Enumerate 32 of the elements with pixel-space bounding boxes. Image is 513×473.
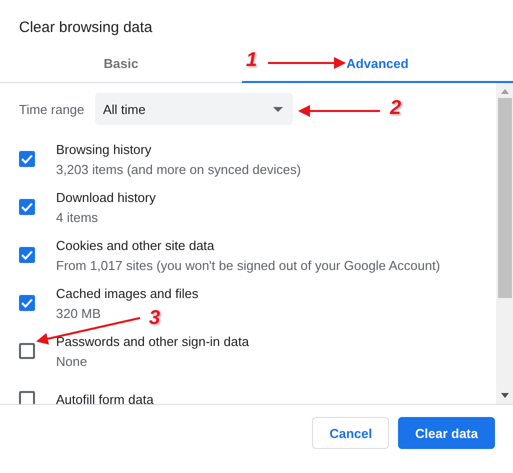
option-label: Passwords and other sign-in data bbox=[56, 334, 249, 348]
option-detail: 4 items bbox=[56, 210, 98, 224]
checkbox[interactable] bbox=[19, 151, 35, 167]
option-detail: 320 MB bbox=[56, 306, 101, 320]
checkbox[interactable] bbox=[19, 295, 35, 311]
option-label: Cookies and other site data bbox=[56, 238, 214, 252]
checkbox[interactable] bbox=[19, 343, 35, 359]
checkbox[interactable] bbox=[19, 247, 35, 263]
clear-data-button[interactable]: Clear data bbox=[398, 417, 495, 449]
cancel-button[interactable]: Cancel bbox=[312, 417, 390, 449]
arrow-icon bbox=[268, 56, 344, 70]
step-number: 2 bbox=[390, 97, 402, 120]
time-range-label: Time range bbox=[19, 102, 86, 116]
step-number: 3 bbox=[149, 307, 160, 330]
option-label: Autofill form data bbox=[56, 392, 154, 404]
checkbox[interactable] bbox=[19, 199, 35, 215]
dialog-title: Clear browsing data bbox=[18, 18, 154, 38]
option-detail: 3,203 items (and more on synced devices) bbox=[56, 162, 301, 176]
tab[interactable]: Basic bbox=[0, 45, 242, 83]
step-number: 1 bbox=[246, 49, 258, 72]
arrow-icon bbox=[300, 104, 380, 118]
option-label: Cached images and files bbox=[56, 286, 198, 300]
option-label: Browsing history bbox=[56, 142, 152, 156]
option-detail: None bbox=[56, 354, 88, 368]
checkbox[interactable] bbox=[19, 391, 35, 404]
option-detail: From 1,017 sites (you won't be signed out of your Google Account) bbox=[56, 258, 440, 272]
time-range-dropdown[interactable]: All time bbox=[95, 93, 293, 125]
scroll-up-icon[interactable] bbox=[500, 89, 508, 94]
scrollbar[interactable] bbox=[496, 83, 513, 404]
option-label: Download history bbox=[56, 190, 156, 204]
caret-icon bbox=[273, 106, 283, 112]
scroll-down-icon[interactable] bbox=[500, 393, 508, 398]
